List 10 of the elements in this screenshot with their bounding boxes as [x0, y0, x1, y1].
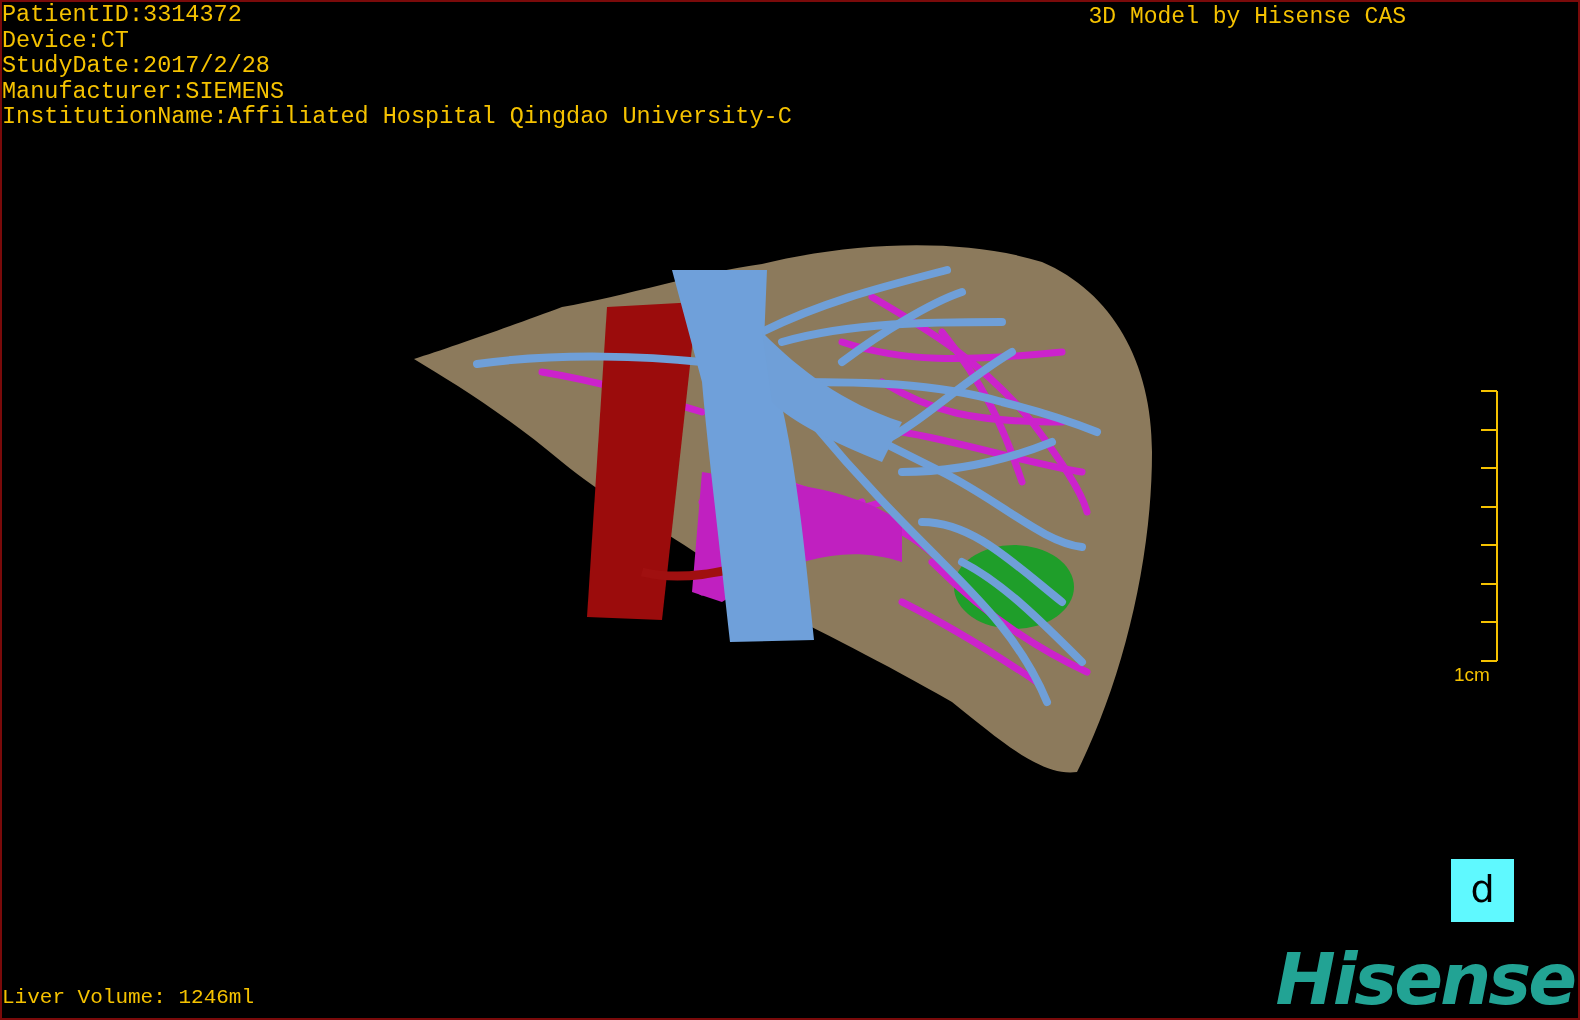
patient-info-text: PatientID:3314372: [2, 2, 243, 28]
patient-info-text: InstitutionName:Affiliated Hospital Qingdao University-C: [2, 104, 792, 130]
viewer-title: 3D Model by Hisense CAS: [1088, 3, 1406, 32]
patient-info-text: Manufacturer:SIEMENS: [2, 78, 286, 104]
liver-volume-text: Liver Volume: 1246ml: [2, 986, 255, 1010]
patient-info-text: Device:CT: [2, 27, 130, 53]
patient-info-text: StudyDate:2017/2/28: [2, 53, 271, 79]
brand-logo: Hisense: [1275, 946, 1574, 1012]
scale-label: 1cm: [1454, 664, 1490, 686]
view-button[interactable]: d: [1451, 859, 1514, 922]
